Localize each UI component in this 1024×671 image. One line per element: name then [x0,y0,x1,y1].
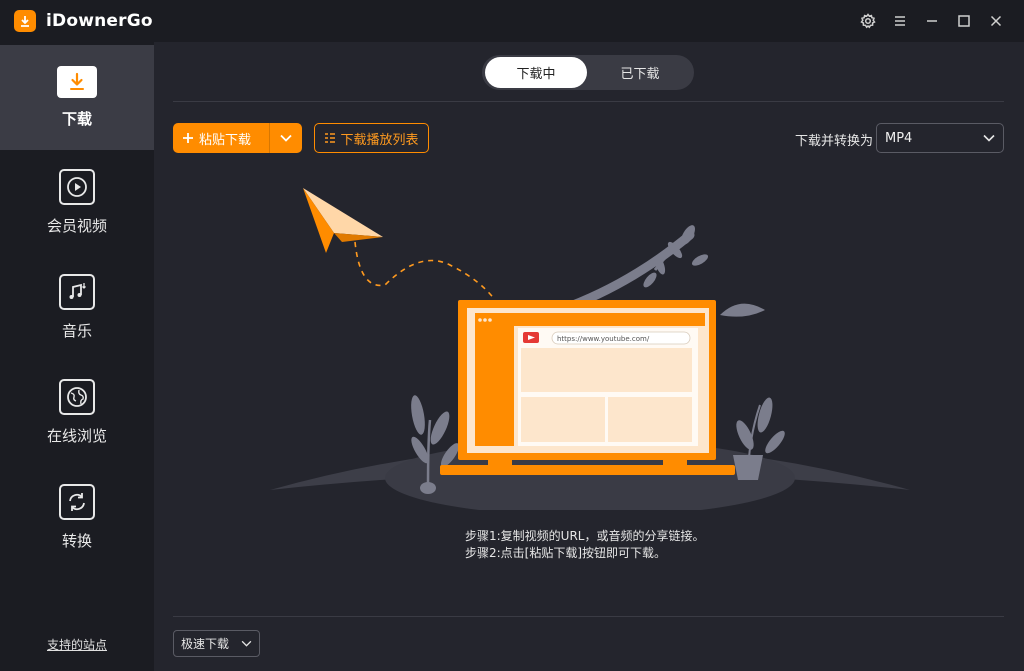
step-2-text: 步骤2:点击[粘贴下载]按钮即可下载。 [465,546,667,560]
minimize-icon[interactable] [916,5,948,37]
sidebar: 下载 会员视频 音乐 在线浏览 转换 支持的站点 [0,42,154,671]
convert-to-label: 下载并转换为 [795,134,874,149]
instructions: 步骤1:复制视频的URL，或音频的分享链接。 步骤2:点击[粘贴下载]按钮即可下… [465,528,705,562]
sidebar-item-member-video[interactable]: 会员视频 [0,150,154,255]
globe-icon [59,379,95,415]
convert-icon [59,484,95,520]
format-value: MP4 [885,130,913,146]
empty-state-illustration: https://www.youtube.com/ [270,188,910,510]
paste-dropdown-toggle[interactable] [270,123,302,153]
close-icon[interactable] [980,5,1012,37]
maximize-icon[interactable] [948,5,980,37]
music-icon [59,274,95,310]
supported-sites-link[interactable]: 支持的站点 [0,636,154,653]
sidebar-item-music[interactable]: 音乐 [0,255,154,360]
divider [173,101,1004,102]
menu-icon[interactable] [884,5,916,37]
sidebar-item-browser[interactable]: 在线浏览 [0,360,154,465]
divider [173,616,1004,617]
tab-downloaded[interactable]: 已下载 [589,57,691,88]
speed-value: 极速下载 [181,637,230,651]
chevron-down-icon [983,134,995,142]
sidebar-item-download[interactable]: 下载 [0,45,154,150]
tab-downloading[interactable]: 下载中 [485,57,587,88]
paper-plane-icon [303,188,383,253]
download-playlist-label: 下载播放列表 [340,132,419,148]
list-icon [325,133,336,143]
format-select[interactable]: MP4 [876,123,1004,153]
sidebar-item-label: 在线浏览 [46,427,107,445]
chevron-down-icon [241,640,252,647]
sidebar-item-label: 音乐 [61,322,92,340]
play-icon [59,169,95,205]
title-bar: iDownerGo [0,0,1024,42]
download-playlist-button[interactable]: 下载播放列表 [314,123,429,153]
sidebar-item-label: 转换 [61,532,92,550]
download-tabs: 下载中 已下载 [482,55,694,90]
sidebar-item-label: 下载 [61,110,92,128]
gear-icon[interactable] [852,5,884,37]
sidebar-item-convert[interactable]: 转换 [0,465,154,570]
sidebar-item-label: 会员视频 [46,217,107,235]
step-1-text: 步骤1:复制视频的URL，或音频的分享链接。 [465,529,705,543]
download-speed-select[interactable]: 极速下载 [173,630,260,657]
download-icon [57,66,97,98]
url-text: https://www.youtube.com/ [557,335,650,343]
plus-icon [183,133,193,143]
app-title: iDownerGo [46,11,153,31]
app-logo-icon [14,10,36,32]
paste-download-button[interactable]: 粘贴下载 [173,123,302,153]
paste-download-label: 粘贴下载 [199,132,252,148]
chevron-down-icon [280,134,292,142]
paste-download-main[interactable]: 粘贴下载 [173,123,269,153]
